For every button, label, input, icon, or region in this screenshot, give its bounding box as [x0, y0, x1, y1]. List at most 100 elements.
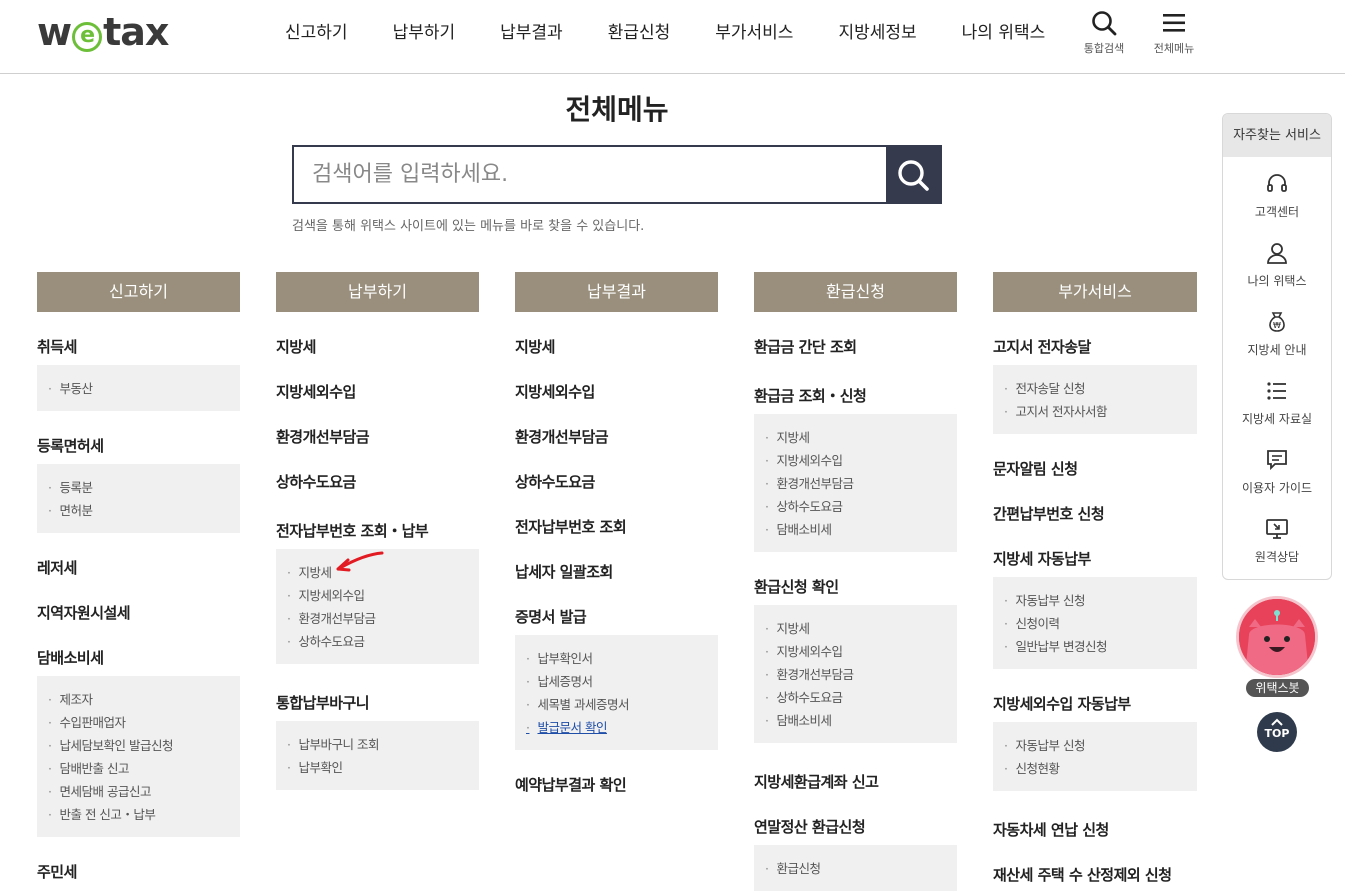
search-input[interactable] — [294, 147, 888, 202]
menu-title[interactable]: 환급신청 확인 — [754, 576, 957, 597]
submenu-item[interactable]: 고지서 전자사서함 — [1004, 400, 1186, 423]
menu-title[interactable]: 간편납부번호 신청 — [993, 503, 1197, 524]
menu-title[interactable]: 레저세 — [37, 557, 240, 578]
menu-title[interactable]: 지방세 — [276, 336, 479, 357]
submenu-item[interactable]: 부동산 — [48, 377, 229, 400]
search-button[interactable] — [886, 147, 940, 202]
submenu-item[interactable]: 담배소비세 — [765, 709, 946, 732]
submenu-item[interactable]: 지방세외수입 — [765, 449, 946, 472]
submenu-item[interactable]: 면세담배 공급신고 — [48, 780, 229, 803]
submenu-item[interactable]: 지방세 — [765, 426, 946, 449]
submenu-item[interactable]: 담배반출 신고 — [48, 757, 229, 780]
submenu-box: 지방세 지방세외수입 환경개선부담금 상하수도요금 담배소비세 — [754, 605, 957, 743]
gnb-item[interactable]: 납부하기 — [393, 18, 456, 43]
menu-title[interactable]: 환경개선부담금 — [515, 426, 718, 447]
menu-title[interactable]: 상하수도요금 — [276, 471, 479, 492]
wetax-logo[interactable]: w e tax — [37, 10, 169, 54]
submenu-item[interactable]: 자동납부 신청 — [1004, 589, 1186, 612]
submenu-item[interactable]: 제조자 — [48, 688, 229, 711]
menu-title[interactable]: 납세자 일괄조회 — [515, 561, 718, 582]
menu-column-pay-result: 납부결과 지방세 지방세외수입 환경개선부담금 상하수도요금 전자납부번호 조회… — [515, 272, 718, 795]
gnb-item[interactable]: 부가서비스 — [715, 18, 793, 43]
quick-item-user-guide[interactable]: 이용자 가이드 — [1223, 433, 1331, 502]
menu-title[interactable]: 지역자원시설세 — [37, 602, 240, 623]
menu-title[interactable]: 재산세 주택 수 산정제외 신청 — [993, 864, 1197, 885]
submenu-item[interactable]: 환경개선부담금 — [765, 472, 946, 495]
submenu-item[interactable]: 상하수도요금 — [287, 630, 468, 653]
menu-column-extra: 부가서비스 고지서 전자송달 전자송달 신청 고지서 전자사서함 문자알림 신청… — [993, 272, 1197, 885]
menu-title[interactable]: 전자납부번호 조회・납부 — [276, 520, 479, 541]
menu-title[interactable]: 환급금 조회・신청 — [754, 385, 957, 406]
menu-title[interactable]: 주민세 — [37, 861, 240, 882]
submenu-item[interactable]: 지방세외수입 — [287, 584, 468, 607]
menu-title[interactable]: 통합납부바구니 — [276, 692, 479, 713]
submenu-item[interactable]: 납세증명서 — [526, 670, 707, 693]
submenu-item[interactable]: 지방세외수입 — [765, 640, 946, 663]
top-label: TOP — [1264, 727, 1290, 740]
submenu-item[interactable]: 지방세 — [765, 617, 946, 640]
chatbot-label[interactable]: 위택스봇 — [1246, 679, 1309, 697]
menu-title[interactable]: 증명서 발급 — [515, 606, 718, 627]
submenu-item[interactable]: 상하수도요금 — [765, 686, 946, 709]
submenu-item[interactable]: 전자송달 신청 — [1004, 377, 1186, 400]
menu-title[interactable]: 환경개선부담금 — [276, 426, 479, 447]
menu-title[interactable]: 예약납부결과 확인 — [515, 774, 718, 795]
menu-title[interactable]: 취득세 — [37, 336, 240, 357]
submenu-item[interactable]: 담배소비세 — [765, 518, 946, 541]
submenu-item[interactable]: 세목별 과세증명서 — [526, 693, 707, 716]
submenu-box: 전자송달 신청 고지서 전자사서함 — [993, 365, 1197, 434]
chatbot-button[interactable] — [1236, 596, 1318, 678]
submenu-item[interactable]: 일반납부 변경신청 — [1004, 635, 1186, 658]
submenu-item[interactable]: 신청현황 — [1004, 757, 1186, 780]
menu-title[interactable]: 상하수도요금 — [515, 471, 718, 492]
submenu-item[interactable]: 등록분 — [48, 476, 229, 499]
all-menu-button[interactable]: 전체메뉴 — [1144, 10, 1204, 56]
quick-item-customer-center[interactable]: 고객센터 — [1223, 157, 1331, 226]
submenu-box: 자동납부 신청 신청이력 일반납부 변경신청 — [993, 577, 1197, 669]
submenu-item[interactable]: 납부바구니 조회 — [287, 733, 468, 756]
menu-title[interactable]: 지방세 자동납부 — [993, 548, 1197, 569]
submenu-item[interactable]: 환급신청 — [765, 857, 946, 880]
submenu-item[interactable]: 환경개선부담금 — [765, 663, 946, 686]
column-header: 납부결과 — [515, 272, 718, 312]
gnb-item[interactable]: 납부결과 — [500, 18, 563, 43]
submenu-item[interactable]: 반출 전 신고・납부 — [48, 803, 229, 826]
column-header: 신고하기 — [37, 272, 240, 312]
submenu-item[interactable]: 환경개선부담금 — [287, 607, 468, 630]
menu-title[interactable]: 담배소비세 — [37, 647, 240, 668]
menu-title[interactable]: 지방세 — [515, 336, 718, 357]
gnb-item[interactable]: 신고하기 — [285, 18, 348, 43]
quick-item-my-wetax[interactable]: 나의 위택스 — [1223, 226, 1331, 295]
menu-column-report: 신고하기 취득세 부동산 등록면허세 등록분 면허분 레저세 지역자원시설세 담… — [37, 272, 240, 882]
menu-title[interactable]: 전자납부번호 조회 — [515, 516, 718, 537]
submenu-item[interactable]: 납세담보확인 발급신청 — [48, 734, 229, 757]
menu-title[interactable]: 지방세외수입 — [515, 381, 718, 402]
submenu-item[interactable]: 납부확인서 — [526, 647, 707, 670]
quick-item-remote-support[interactable]: 원격상담 — [1223, 502, 1331, 571]
menu-title[interactable]: 문자알림 신청 — [993, 458, 1197, 479]
menu-title[interactable]: 자동차세 연납 신청 — [993, 819, 1197, 840]
integrated-search-button[interactable]: 통합검색 — [1074, 10, 1134, 56]
menu-title[interactable]: 지방세외수입 — [276, 381, 479, 402]
quick-item-label: 나의 위택스 — [1247, 274, 1307, 288]
submenu-item[interactable]: 상하수도요금 — [765, 495, 946, 518]
submenu-item[interactable]: 수입판매업자 — [48, 711, 229, 734]
scroll-top-button[interactable]: TOP — [1257, 712, 1297, 752]
menu-title[interactable]: 고지서 전자송달 — [993, 336, 1197, 357]
menu-title[interactable]: 등록면허세 — [37, 435, 240, 456]
gnb-item[interactable]: 나의 위택스 — [962, 18, 1046, 43]
menu-title[interactable]: 환급금 간단 조회 — [754, 336, 957, 357]
menu-search — [292, 145, 942, 204]
menu-title[interactable]: 지방세외수입 자동납부 — [993, 693, 1197, 714]
submenu-item-link[interactable]: 발급문서 확인 — [526, 716, 707, 739]
submenu-item[interactable]: 자동납부 신청 — [1004, 734, 1186, 757]
menu-title[interactable]: 지방세환급계좌 신고 — [754, 771, 957, 792]
submenu-item[interactable]: 신청이력 — [1004, 612, 1186, 635]
submenu-item[interactable]: 납부확인 — [287, 756, 468, 779]
gnb-item[interactable]: 지방세정보 — [838, 18, 916, 43]
submenu-item[interactable]: 면허분 — [48, 499, 229, 522]
menu-title[interactable]: 연말정산 환급신청 — [754, 816, 957, 837]
quick-item-local-tax-info[interactable]: ₩ 지방세 안내 — [1223, 295, 1331, 364]
quick-item-data-room[interactable]: 지방세 자료실 — [1223, 364, 1331, 433]
gnb-item[interactable]: 환급신청 — [608, 18, 671, 43]
